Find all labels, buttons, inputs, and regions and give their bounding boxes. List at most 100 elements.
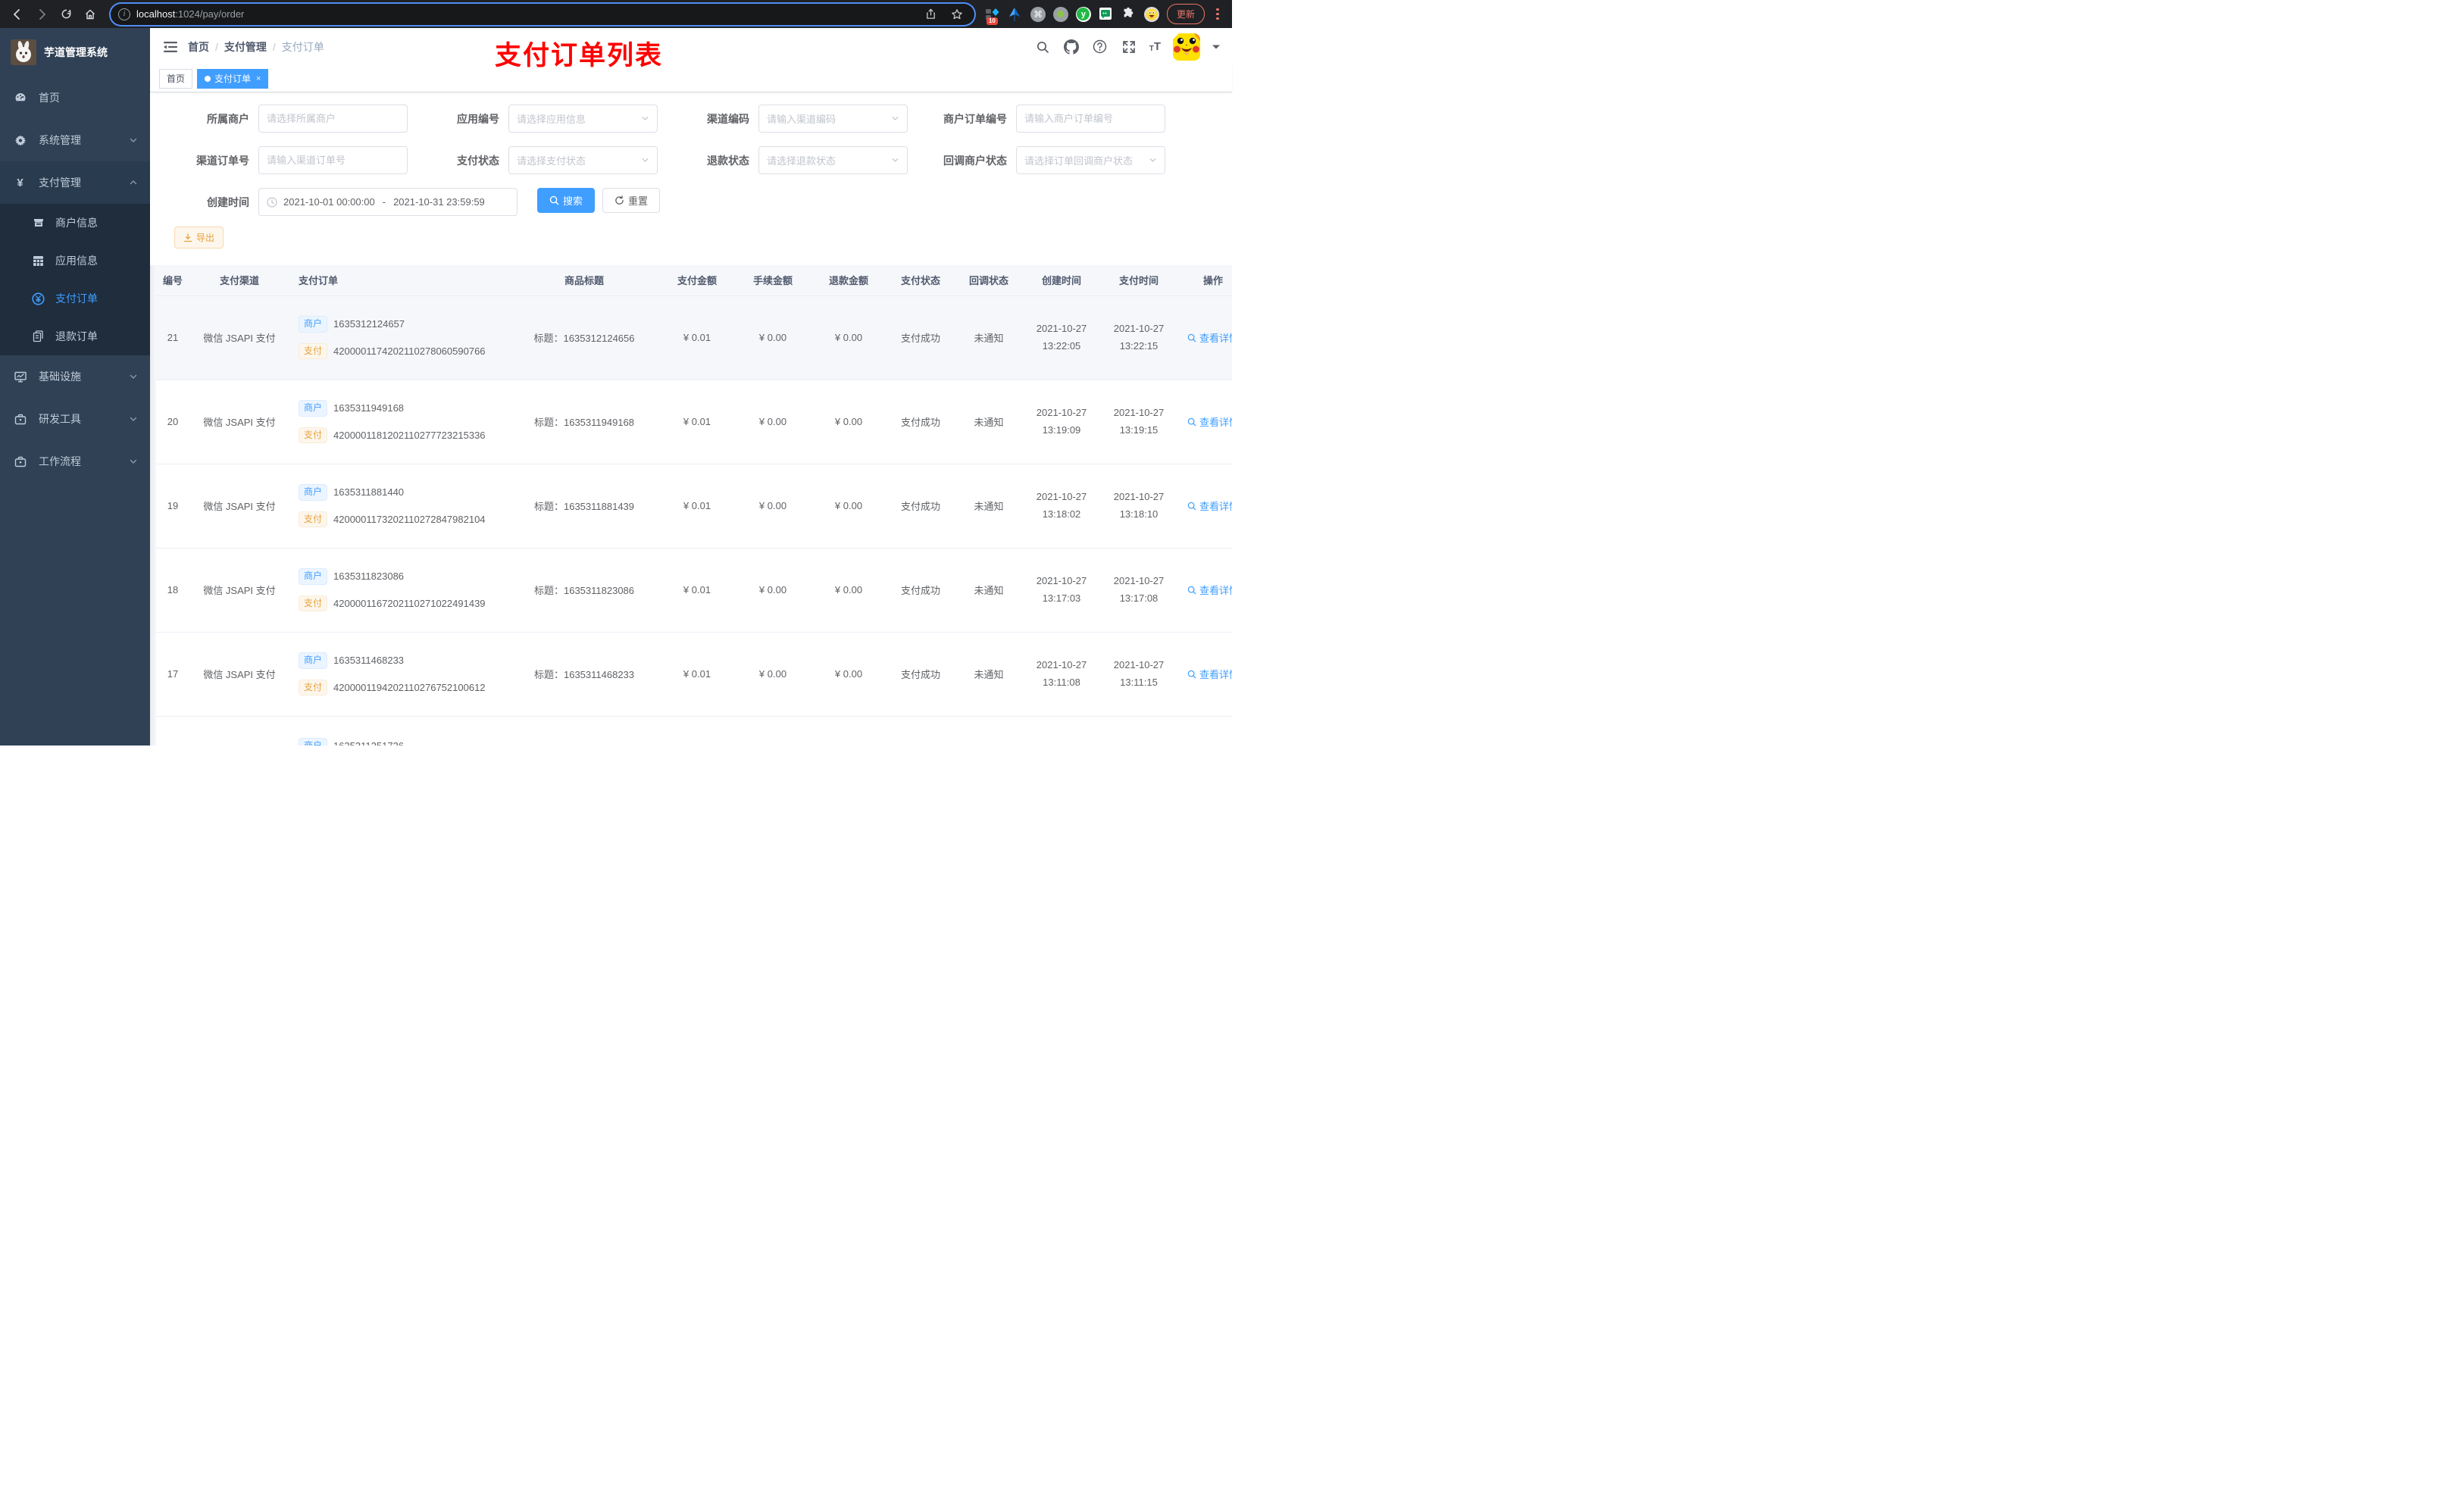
merchant-order-no-field[interactable] bbox=[1016, 105, 1165, 133]
sidebar-item-home[interactable]: 首页 bbox=[0, 77, 150, 119]
font-size-icon[interactable]: TT bbox=[1149, 40, 1161, 53]
sidebar-item-app-info[interactable]: 应用信息 bbox=[0, 242, 150, 280]
notify-status-select[interactable]: 请选择订单回调商户状态 bbox=[1016, 146, 1165, 174]
extension-tasks-icon[interactable]: 10 bbox=[985, 7, 1000, 25]
help-icon[interactable] bbox=[1092, 39, 1108, 55]
filter-label: 支付状态 bbox=[457, 154, 499, 167]
merchant-tag: 商户 bbox=[299, 652, 328, 669]
pay-tag: 支付 bbox=[299, 679, 328, 696]
search-icon[interactable] bbox=[1034, 39, 1051, 55]
channel-order-no-input[interactable] bbox=[267, 155, 399, 166]
toolbox-icon bbox=[14, 455, 27, 468]
chrome-update-button[interactable]: 更新 bbox=[1166, 4, 1205, 24]
bookmark-star-icon[interactable] bbox=[947, 5, 967, 24]
extension-kite-icon[interactable] bbox=[1008, 7, 1023, 22]
breadcrumb-payment[interactable]: 支付管理 bbox=[224, 39, 267, 55]
share-icon[interactable] bbox=[921, 5, 941, 24]
breadcrumb-current: 支付订单 bbox=[281, 40, 324, 53]
col-pay-time: 支付时间 bbox=[1100, 265, 1177, 296]
sidebar-item-label: 应用信息 bbox=[55, 255, 98, 267]
sidebar-item-payment[interactable]: ¥ 支付管理 bbox=[0, 161, 150, 204]
col-notify-status: 回调状态 bbox=[955, 265, 1023, 296]
pay-tag: 支付 bbox=[299, 342, 328, 360]
chevron-down-icon bbox=[1149, 156, 1157, 164]
user-avatar[interactable] bbox=[1173, 33, 1200, 61]
col-refund: 退款金额 bbox=[811, 265, 886, 296]
tag-pay-order[interactable]: 支付订单 × bbox=[197, 68, 269, 89]
sidebar-item-label: 支付订单 bbox=[55, 292, 98, 305]
chevron-down-icon bbox=[641, 156, 649, 164]
search-button[interactable]: 搜索 bbox=[537, 188, 596, 213]
filter-label: 应用编号 bbox=[457, 112, 499, 125]
browser-menu-icon[interactable] bbox=[1212, 7, 1223, 22]
back-icon[interactable] bbox=[8, 5, 27, 24]
chevron-down-icon bbox=[129, 414, 138, 424]
date-range-separator: - bbox=[382, 196, 386, 208]
monitor-icon bbox=[14, 370, 27, 383]
merchant-order-no-input[interactable] bbox=[1024, 113, 1157, 124]
sidebar: 芋道管理系统 首页 系统管理 ¥ 支付管理 商户信息 应用信息 支付订单 退款订… bbox=[0, 28, 150, 746]
refund-status-select[interactable]: 请选择退款状态 bbox=[758, 146, 908, 174]
sidebar-item-dev-tools[interactable]: 研发工具 bbox=[0, 398, 150, 440]
tag-home[interactable]: 首页 bbox=[159, 68, 193, 89]
view-detail-link[interactable]: 查看详情 bbox=[1187, 330, 1232, 345]
channel-order-no-field[interactable] bbox=[258, 146, 408, 174]
pay-tag: 支付 bbox=[299, 427, 328, 444]
sidebar-collapse-icon[interactable] bbox=[158, 34, 183, 60]
sidebar-item-label: 首页 bbox=[39, 92, 60, 104]
reset-button[interactable]: 重置 bbox=[602, 188, 661, 213]
filter-label: 创建时间 bbox=[207, 195, 249, 208]
channel-code-select[interactable]: 请输入渠道编码 bbox=[758, 105, 908, 133]
col-actions: 操作 bbox=[1177, 265, 1232, 296]
sidebar-item-pay-order[interactable]: 支付订单 bbox=[0, 280, 150, 317]
merchant-select[interactable] bbox=[258, 105, 408, 133]
pay-status-select[interactable]: 请选择支付状态 bbox=[508, 146, 658, 174]
view-detail-link[interactable]: 查看详情 bbox=[1187, 414, 1232, 429]
yen-circle-icon bbox=[32, 292, 45, 305]
breadcrumb-home[interactable]: 首页 bbox=[188, 39, 209, 55]
filter-label: 所属商户 bbox=[207, 112, 249, 125]
extension-command-icon[interactable]: ⌘ bbox=[1030, 6, 1046, 22]
table-row-partial: 商户1635311251736 bbox=[156, 716, 1232, 746]
sidebar-item-workflow[interactable]: 工作流程 bbox=[0, 440, 150, 483]
sidebar-item-label: 工作流程 bbox=[39, 455, 81, 467]
col-title: 商品标题 bbox=[509, 265, 659, 296]
tags-view: 首页 支付订单 × bbox=[150, 65, 1232, 92]
extension-chat-icon[interactable] bbox=[1099, 7, 1114, 22]
filter-label: 商户订单编号 bbox=[943, 112, 1007, 125]
forward-icon[interactable] bbox=[32, 5, 52, 24]
sidebar-item-refund-order[interactable]: 退款订单 bbox=[0, 317, 150, 355]
caret-down-icon[interactable] bbox=[1212, 44, 1220, 50]
chevron-down-icon bbox=[129, 457, 138, 466]
merchant-input[interactable] bbox=[267, 113, 399, 124]
browser-toolbar: i localhost:1024/pay/order 10 ⌘ y 更新 bbox=[0, 0, 1232, 28]
chevron-down-icon bbox=[891, 156, 899, 164]
merchant-tag: 商户 bbox=[299, 399, 328, 417]
extension-dot-icon[interactable] bbox=[1052, 6, 1068, 22]
merchant-tag: 商户 bbox=[299, 737, 328, 746]
sidebar-item-system[interactable]: 系统管理 bbox=[0, 119, 150, 161]
view-detail-link[interactable]: 查看详情 bbox=[1187, 499, 1232, 513]
sidebar-item-infrastructure[interactable]: 基础设施 bbox=[0, 355, 150, 398]
breadcrumb-separator: / bbox=[215, 40, 218, 53]
github-icon[interactable] bbox=[1063, 39, 1080, 55]
site-info-icon[interactable]: i bbox=[118, 8, 130, 20]
app-logo[interactable]: 芋道管理系统 bbox=[0, 28, 150, 77]
fullscreen-icon[interactable] bbox=[1121, 39, 1137, 55]
sidebar-item-label: 基础设施 bbox=[39, 370, 81, 383]
yen-icon: ¥ bbox=[17, 176, 23, 189]
col-order: 支付订单 bbox=[289, 265, 509, 296]
create-time-range-picker[interactable]: 2021-10-01 00:00:00 - 2021-10-31 23:59:5… bbox=[258, 188, 518, 216]
view-detail-link[interactable]: 查看详情 bbox=[1187, 667, 1232, 681]
profile-emoji-icon[interactable] bbox=[1143, 6, 1159, 22]
reload-icon[interactable] bbox=[56, 5, 76, 24]
sidebar-item-merchant-info[interactable]: 商户信息 bbox=[0, 204, 150, 242]
view-detail-link[interactable]: 查看详情 bbox=[1187, 583, 1232, 597]
extension-y-icon[interactable]: y bbox=[1075, 6, 1091, 22]
extensions-puzzle-icon[interactable] bbox=[1121, 7, 1137, 22]
tag-close-icon[interactable]: × bbox=[256, 74, 261, 83]
export-button[interactable]: 导出 bbox=[174, 227, 224, 248]
app-id-select[interactable]: 请选择应用信息 bbox=[508, 105, 658, 133]
home-icon[interactable] bbox=[80, 5, 100, 24]
address-bar[interactable]: i localhost:1024/pay/order bbox=[111, 3, 974, 25]
